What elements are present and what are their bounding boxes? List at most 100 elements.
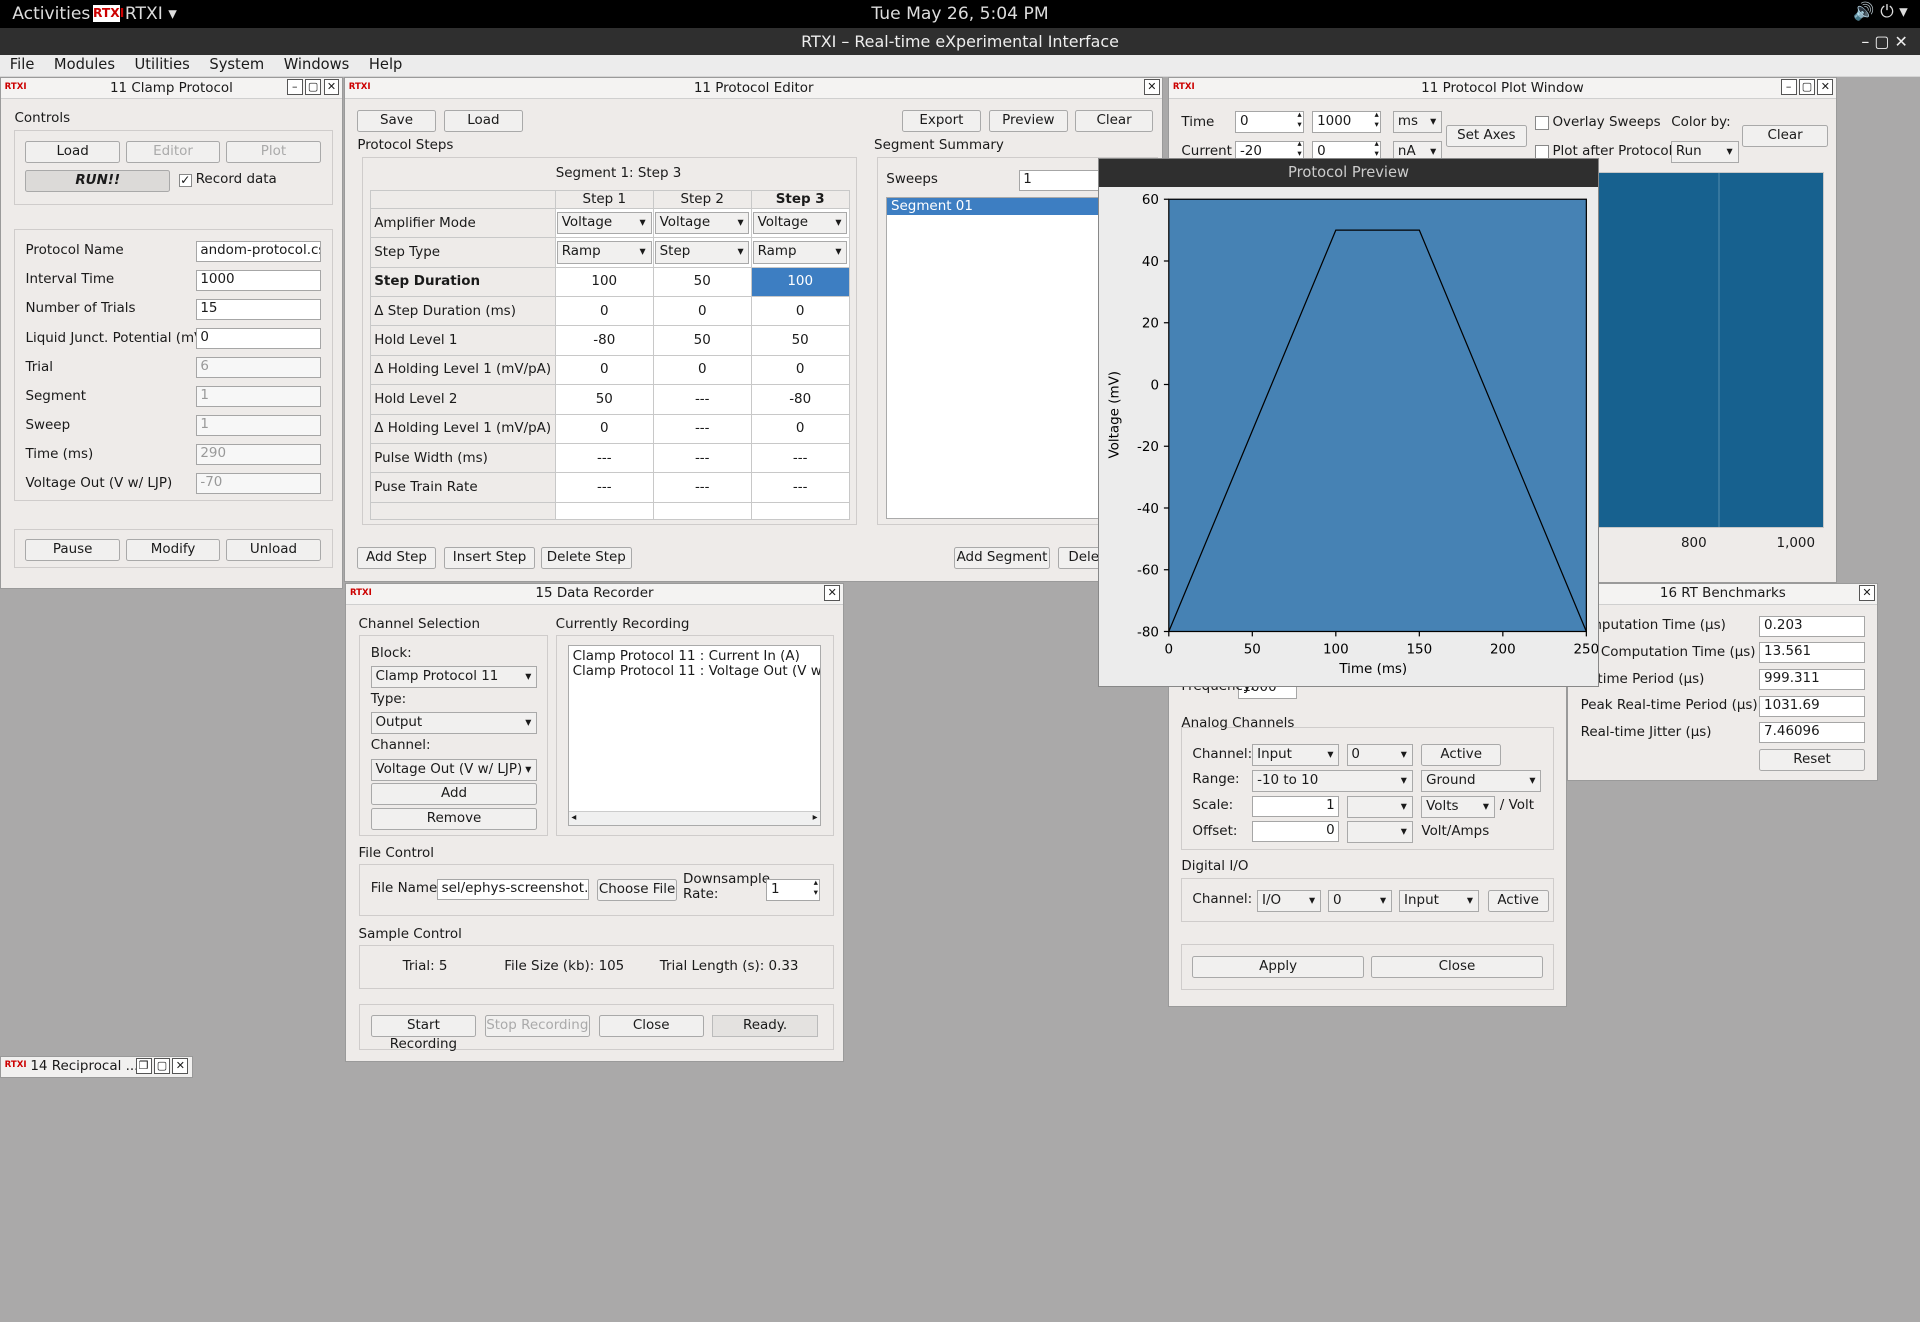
table-cell[interactable]: --- [554, 472, 654, 503]
close-icon[interactable]: ✕ [824, 585, 841, 601]
plot-after-protocol-checkbox[interactable] [1535, 145, 1549, 159]
table-cell[interactable]: -80 [554, 325, 654, 356]
menu-utilities[interactable]: Utilities [125, 55, 200, 76]
table-cell[interactable]: 0 [554, 296, 654, 327]
field-input[interactable]: 6 [195, 357, 321, 378]
apply-button[interactable]: Apply [1192, 956, 1364, 979]
dio-number-select[interactable]: 0 [1328, 889, 1393, 913]
time-min-input[interactable]: 0 [1235, 111, 1304, 134]
stop-recording-button[interactable]: Stop Recording [484, 1014, 590, 1037]
menu-modules[interactable]: Modules [44, 55, 125, 76]
table-cell[interactable]: --- [652, 442, 752, 474]
recording-item[interactable]: Clamp Protocol 11 : Current In (A) [573, 649, 817, 664]
menu-windows[interactable]: Windows [274, 55, 359, 76]
modify-button[interactable]: Modify [125, 538, 221, 561]
table-cell[interactable]: 0 [652, 296, 752, 327]
menu-system[interactable]: System [200, 55, 274, 76]
recording-list[interactable]: Clamp Protocol 11 : Current In (A) Clamp… [567, 645, 822, 827]
recording-item[interactable]: Clamp Protocol 11 : Voltage Out (V w/ LJ… [573, 664, 821, 679]
segment-list-item[interactable]: Segment 01 [887, 197, 1131, 216]
table-cell[interactable]: Step [652, 237, 752, 268]
add-step-button[interactable]: Add Step [357, 547, 436, 570]
table-cell[interactable]: 0 [554, 413, 654, 444]
overlay-sweeps-checkbox[interactable] [1535, 116, 1549, 130]
maximize-icon[interactable]: ▢ [154, 1057, 170, 1074]
close-icon[interactable]: ✕ [1817, 79, 1834, 96]
pause-button[interactable]: Pause [25, 538, 120, 561]
plot-button[interactable]: Plot [226, 140, 321, 163]
time-unit-select[interactable]: ms [1393, 111, 1443, 134]
add-channel-button[interactable]: Add [370, 783, 538, 806]
horizontal-scrollbar[interactable]: ◂ ▸ [568, 810, 820, 826]
close-icon[interactable]: ✕ [323, 79, 340, 96]
dio-direction-select[interactable]: Input [1399, 889, 1479, 913]
cell-select[interactable]: Voltage [752, 212, 848, 235]
table-cell[interactable]: -80 [750, 384, 850, 415]
insert-step-button[interactable]: Insert Step [444, 547, 535, 570]
main-window-controls[interactable]: – ▢ ✕ [1861, 32, 1907, 51]
close-recorder-button[interactable]: Close [598, 1014, 704, 1037]
row-header[interactable]: Δ Step Duration (ms) [369, 296, 556, 327]
table-cell[interactable]: --- [750, 472, 850, 503]
menu-file[interactable]: File [0, 55, 44, 76]
minimize-icon[interactable]: – [1780, 79, 1797, 96]
row-header[interactable]: Amplifier Mode [369, 207, 556, 239]
row-header[interactable]: Δ Holding Level 1 (mV/pA) [369, 354, 556, 386]
minimized-window-reciprocal[interactable]: RTXI 14 Reciprocal ... ❐ ▢ ✕ [0, 1055, 194, 1078]
offset-prefix-select[interactable] [1346, 821, 1413, 844]
row-header[interactable]: Step Type [369, 237, 556, 268]
table-cell[interactable]: 0 [750, 354, 850, 386]
menu-help[interactable]: Help [359, 55, 412, 76]
table-cell[interactable]: --- [652, 384, 752, 415]
maximize-icon[interactable]: ▢ [1799, 79, 1815, 96]
cell-select[interactable]: Step [654, 241, 750, 264]
unload-button[interactable]: Unload [226, 538, 321, 561]
table-cell[interactable]: 50 [750, 325, 850, 356]
row-header[interactable]: Hold Level 2 [369, 384, 556, 415]
delete-step-button[interactable]: Delete Step [540, 547, 632, 570]
remove-channel-button[interactable]: Remove [370, 807, 538, 830]
segment-list[interactable]: Segment 01 [886, 196, 1132, 519]
row-header[interactable]: Hold Level 1 [369, 325, 556, 356]
downsample-input[interactable]: 1 [766, 879, 821, 901]
range-select[interactable]: -10 to 10 [1252, 769, 1413, 793]
column-header[interactable]: Step 1 [554, 189, 654, 209]
close-button[interactable]: Close [1371, 956, 1543, 979]
minimize-icon[interactable]: – [286, 79, 303, 96]
table-cell[interactable]: 50 [652, 325, 752, 356]
field-input[interactable]: 1 [195, 386, 321, 407]
table-cell[interactable]: 0 [750, 296, 850, 327]
table-cell[interactable]: Ramp [750, 237, 850, 268]
analog-active-button[interactable]: Active [1421, 744, 1501, 767]
clear-plot-button[interactable]: Clear [1742, 124, 1828, 147]
close-icon[interactable]: ✕ [1143, 79, 1160, 96]
table-cell[interactable]: Ramp [554, 237, 654, 268]
table-cell[interactable]: 100 [750, 266, 850, 298]
cell-select[interactable]: Ramp [752, 241, 848, 264]
load-button[interactable]: Load [25, 140, 120, 163]
save-button[interactable]: Save [357, 109, 436, 132]
reference-select[interactable]: Ground [1421, 769, 1542, 793]
preview-button[interactable]: Preview [989, 109, 1068, 132]
run-button[interactable]: RUN!! [25, 169, 170, 192]
channel-type-select[interactable]: Input [1252, 744, 1340, 767]
field-input[interactable]: 290 [195, 444, 321, 465]
scale-unit-select[interactable]: Volts [1421, 795, 1495, 818]
row-header[interactable]: Step Duration [369, 266, 556, 298]
field-input[interactable]: 1000 [195, 270, 321, 291]
table-cell[interactable]: 0 [554, 354, 654, 386]
restore-icon[interactable]: ❐ [135, 1057, 152, 1074]
column-header[interactable]: Step 2 [652, 189, 752, 209]
table-cell[interactable]: --- [554, 442, 654, 474]
table-cell[interactable]: --- [750, 442, 850, 474]
system-tray[interactable]: 🔊 ⏻ ▾ [1853, 2, 1907, 22]
table-cell[interactable]: 100 [554, 266, 654, 298]
channel-select[interactable]: Voltage Out (V w/ LJP) [370, 758, 538, 781]
field-input[interactable]: 0 [195, 328, 321, 349]
field-input[interactable]: 1 [195, 415, 321, 436]
load-button[interactable]: Load [444, 109, 523, 132]
table-cell[interactable]: Voltage [652, 207, 752, 239]
sweep-plot-area[interactable] [1597, 172, 1825, 528]
table-cell[interactable]: --- [652, 413, 752, 444]
dio-type-select[interactable]: I/O [1257, 889, 1321, 913]
